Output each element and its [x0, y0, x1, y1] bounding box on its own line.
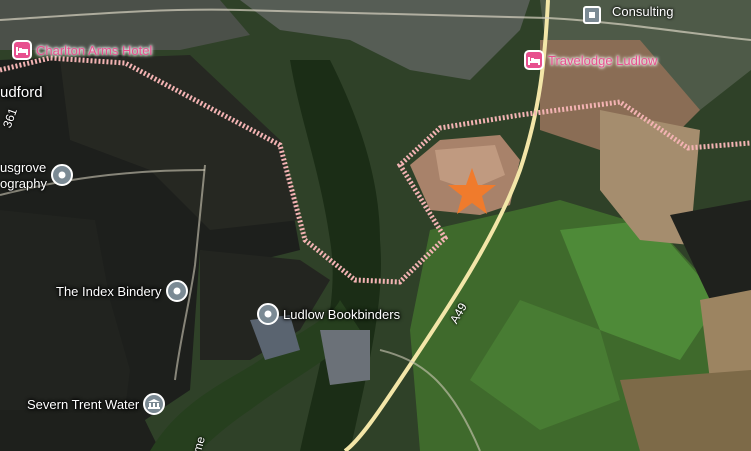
- landmark-icon: [143, 393, 166, 415]
- poi-label: Severn Trent Water: [27, 396, 140, 412]
- star-marker-icon[interactable]: [448, 168, 496, 214]
- place-pin-icon: [51, 164, 73, 186]
- poi-label: Charlton Arms Hotel: [36, 42, 153, 58]
- poi-label: Ludlow Bookbinders: [283, 306, 401, 322]
- poi-ludlow-bookbinders[interactable]: Ludlow Bookbinders: [257, 303, 400, 325]
- poi-label: The Index Bindery: [56, 283, 162, 299]
- place-pin-icon: [165, 280, 188, 302]
- poi-travelodge-ludlow[interactable]: Travelodge Ludlow: [524, 50, 657, 70]
- place-label-ludford: udford: [0, 84, 43, 101]
- poi-the-index-bindery[interactable]: The Index Bindery: [56, 280, 188, 302]
- poi-label-musgrove: usgrove ography: [0, 160, 47, 191]
- satellite-map[interactable]: A49 361 me udford Consulting Charlton Ar…: [0, 0, 751, 451]
- poi-severn-trent-water[interactable]: Severn Trent Water: [27, 393, 166, 415]
- poi-charlton-arms-hotel[interactable]: Charlton Arms Hotel: [12, 40, 152, 60]
- business-icon[interactable]: [583, 6, 601, 24]
- poi-musgrove-photography[interactable]: [51, 164, 73, 186]
- hotel-icon: [524, 50, 544, 70]
- place-label-consulting: Consulting: [612, 4, 674, 19]
- place-pin-icon: [257, 303, 279, 325]
- poi-label: Travelodge Ludlow: [548, 52, 658, 68]
- hotel-icon: [12, 40, 32, 60]
